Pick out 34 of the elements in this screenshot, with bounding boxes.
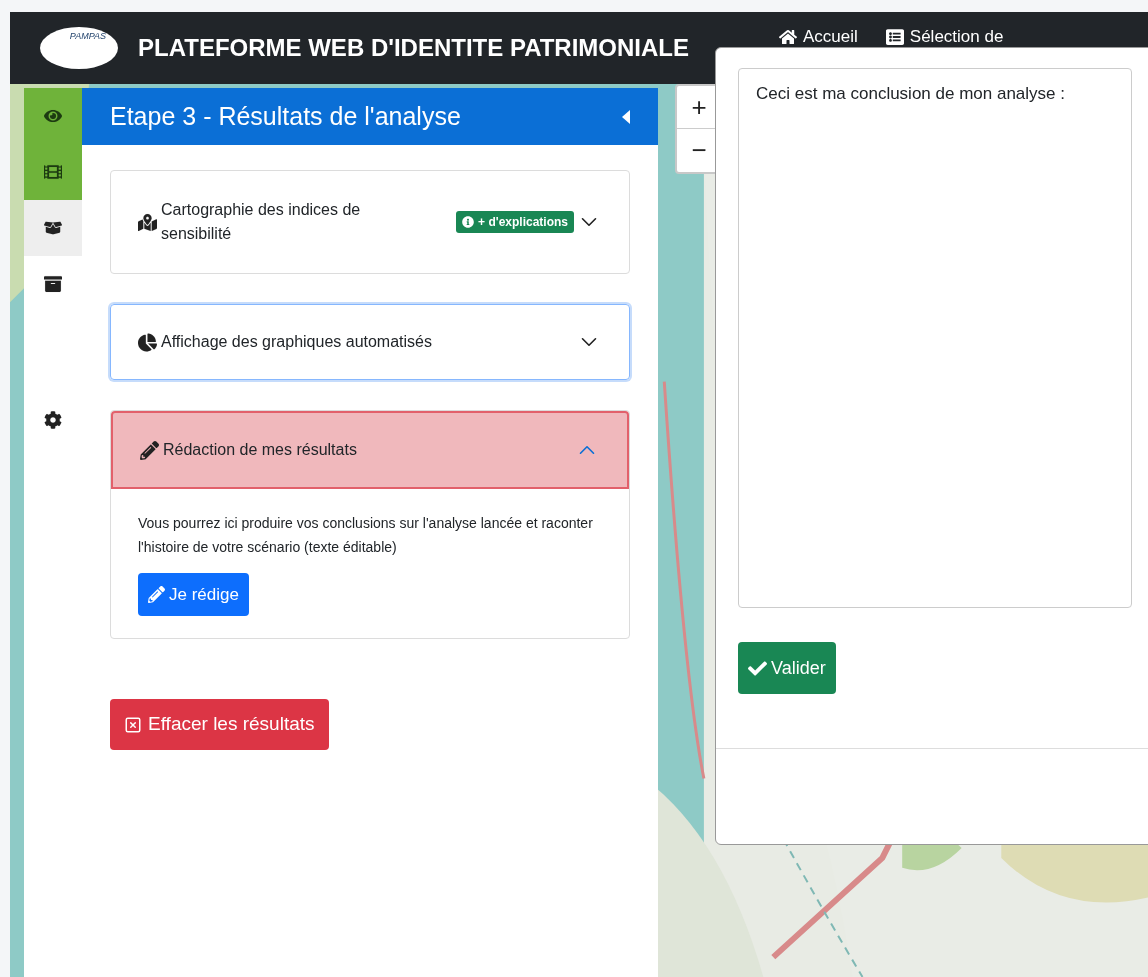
accordion-header[interactable]: Cartographie des indices de sensibilité + d'explications [111,171,629,273]
app-title: PLATEFORME WEB D'IDENTITE PATRIMONIALE [138,33,689,63]
pencil-icon [148,586,165,603]
section-description: Vous pourrez ici produire vos conclusions sur l'analyse lancée et raconter l'histoire de votre scénario (texte éditable) [138,514,594,557]
accordion-title: Affichage des graphiques automatisés [161,332,432,352]
collapse-caret-icon[interactable] [622,109,630,124]
panel-title: Etape 3 - Résultats de l'analyse [110,100,461,132]
info-icon [462,216,475,228]
pencil-icon [140,440,159,460]
logo: PAMPAS [40,27,118,69]
accordion-header[interactable]: Affichage des graphiques automatisés [111,305,629,379]
close-square-icon [124,715,142,734]
gear-icon [44,411,62,429]
box-icon [44,219,62,237]
nav-link[interactable]: Accueil [779,24,858,50]
sidebar-tab[interactable] [24,200,82,256]
nav-link[interactable]: Sélection de [885,24,1004,50]
film-icon [44,163,62,181]
write-button[interactable]: Je rédige [138,573,249,616]
conclusion-text: Ceci est ma conclusion de mon analyse : [756,84,1065,103]
map-pin-icon [138,212,157,232]
accordion-title: Rédaction de mes résultats [163,440,357,460]
explanations-badge[interactable]: + d'explications [456,211,574,233]
home-icon [779,27,797,46]
eye-icon [44,107,62,125]
accordion-title: Cartographie des indices de sensibilité [161,200,362,244]
list-icon [885,27,904,46]
archive-icon [44,275,62,293]
pie-chart-icon [138,332,157,352]
conclusion-text-area[interactable]: Ceci est ma conclusion de mon analyse : [738,68,1132,608]
validate-button[interactable]: Valider [738,642,836,694]
check-icon [748,658,767,678]
clear-results-button[interactable]: Effacer les résultats [110,699,329,750]
accordion-header[interactable]: Rédaction de mes résultats [111,411,629,489]
